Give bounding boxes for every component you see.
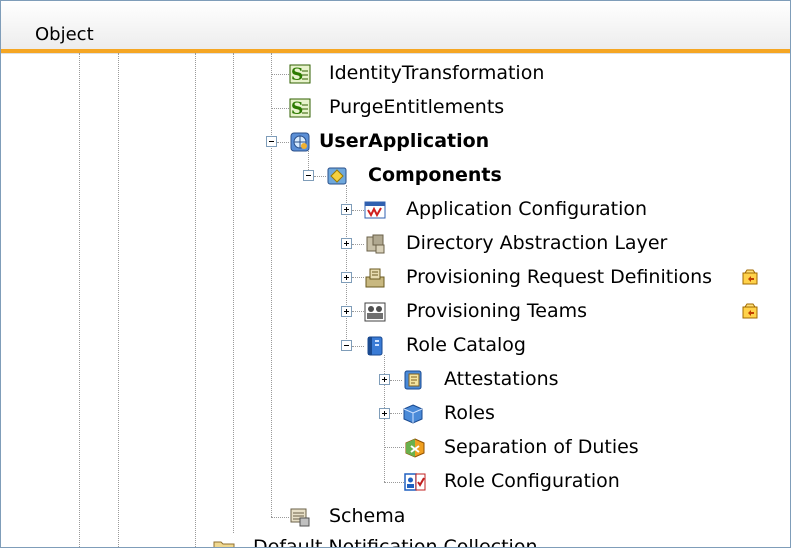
column-header-label: Object <box>35 24 94 45</box>
tree-item-application-configuration[interactable]: Application Configuration <box>336 195 676 225</box>
tree-item-separation-of-duties[interactable]: Separation of Duties <box>404 433 704 463</box>
header-divider <box>1 49 790 54</box>
components-icon <box>327 167 347 185</box>
svg-text:S: S <box>291 65 303 85</box>
tree-item-label: Role Configuration <box>444 470 620 492</box>
tree-item-label: Role Catalog <box>406 334 526 356</box>
expand-icon[interactable] <box>379 374 390 385</box>
tree-item-directory-abstraction-layer[interactable]: Directory Abstraction Layer <box>336 229 676 259</box>
tree-item-components[interactable]: Components <box>298 161 598 191</box>
attestations-icon <box>404 370 422 390</box>
tree-item-label: Directory Abstraction Layer <box>406 232 668 254</box>
tree-item-schema[interactable]: Schema <box>289 502 589 532</box>
tree-item-user-application[interactable]: UserApplication <box>261 127 561 157</box>
separation-of-duties-icon <box>405 438 425 458</box>
tree-item-label: Attestations <box>444 368 559 390</box>
tree-item-label: Schema <box>329 505 406 527</box>
directory-abstraction-icon <box>366 234 385 254</box>
tree-item-label: Provisioning Teams <box>406 300 588 322</box>
roles-icon <box>403 404 423 424</box>
provisioning-request-icon <box>365 268 385 288</box>
tree-item-role-catalog[interactable]: Role Catalog <box>336 331 676 361</box>
tree-item-identity-transformation[interactable]: S IdentityTransformation <box>289 59 589 89</box>
globe-app-icon <box>290 132 310 152</box>
tree-item-label: Default Notification Collection <box>253 536 538 548</box>
folder-icon <box>213 541 235 547</box>
tree-item-label: Provisioning Request Definitions <box>406 266 713 288</box>
tree-item-label: IdentityTransformation <box>329 62 545 84</box>
role-configuration-icon <box>404 473 426 491</box>
expand-icon[interactable] <box>341 204 352 215</box>
collapse-icon[interactable] <box>303 170 314 181</box>
tree-item-roles[interactable]: Roles <box>374 399 674 429</box>
checkout-icon <box>742 269 758 285</box>
svg-text:S: S <box>291 99 303 119</box>
expand-icon[interactable] <box>341 306 352 317</box>
tree-item-label: Roles <box>444 402 495 424</box>
tree-item-provisioning-teams[interactable]: Provisioning Teams <box>336 297 776 327</box>
tree-item-default-notification-collection[interactable]: Default Notification Collection <box>213 533 573 548</box>
script-icon: S <box>289 98 311 119</box>
app-config-icon <box>364 201 386 219</box>
tree-item-label: PurgeEntitlements <box>329 96 505 118</box>
tree-item-provisioning-request-definitions[interactable]: Provisioning Request Definitions <box>336 263 776 293</box>
expand-icon[interactable] <box>341 272 352 283</box>
object-tree-panel: Object S IdentityTransformation S PurgeE… <box>0 0 791 548</box>
script-icon: S <box>289 64 311 85</box>
tree-item-label: Separation of Duties <box>444 436 639 458</box>
collapse-icon[interactable] <box>266 136 277 147</box>
expand-icon[interactable] <box>379 408 390 419</box>
tree-item-label: Components <box>368 164 502 186</box>
collapse-icon[interactable] <box>341 340 352 351</box>
tree-item-label: Application Configuration <box>406 198 648 220</box>
tree-item-role-configuration[interactable]: Role Configuration <box>404 467 704 497</box>
column-header[interactable]: Object <box>1 1 790 51</box>
role-catalog-icon <box>367 336 383 356</box>
tree-item-purge-entitlements[interactable]: S PurgeEntitlements <box>289 93 589 123</box>
provisioning-teams-icon <box>364 302 386 322</box>
tree-item-label: UserApplication <box>319 130 490 152</box>
tree-item-attestations[interactable]: Attestations <box>374 365 674 395</box>
checkout-icon <box>742 303 758 319</box>
schema-icon <box>290 508 310 527</box>
expand-icon[interactable] <box>341 238 352 249</box>
